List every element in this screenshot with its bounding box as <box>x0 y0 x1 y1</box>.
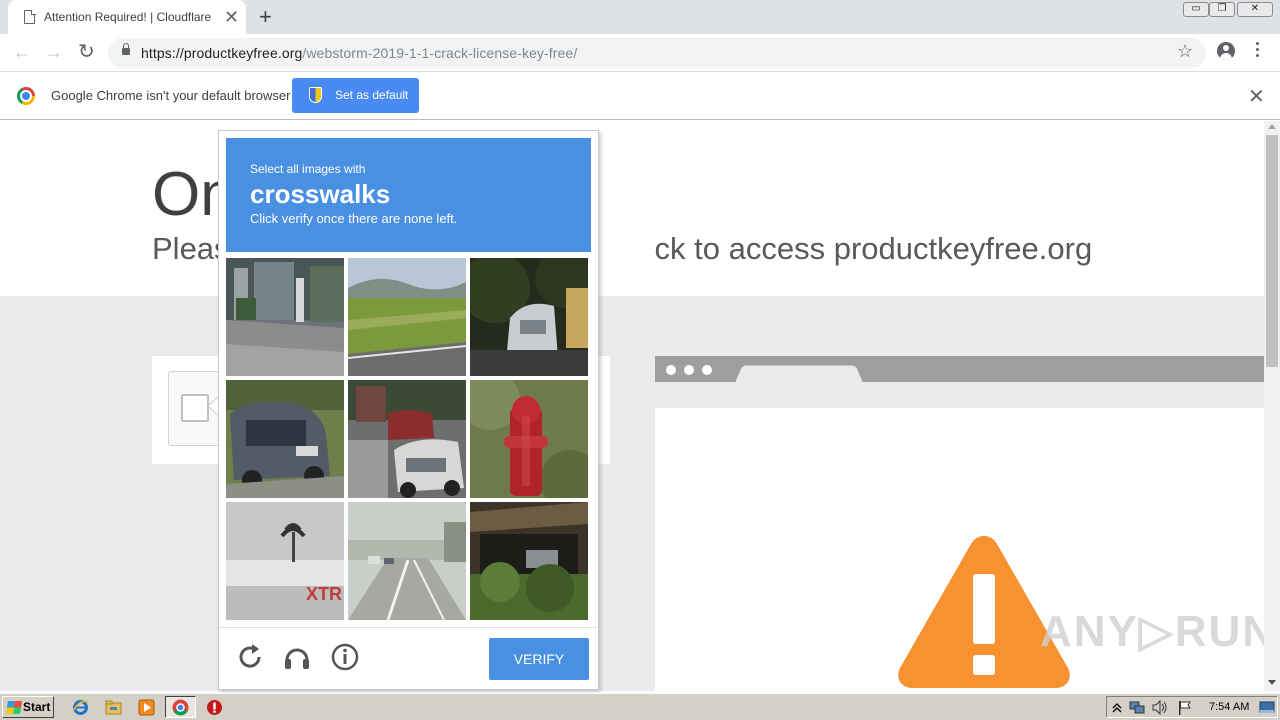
set-as-default-button[interactable]: Set as default <box>292 78 419 113</box>
illustration-tab <box>735 365 863 383</box>
illustration-dot <box>684 365 694 375</box>
challenge-tile-7[interactable]: XTR <box>226 502 344 620</box>
address-bar[interactable]: https://productkeyfree.org/webstorm-2019… <box>108 38 1206 68</box>
close-window-button[interactable]: ✕ <box>1237 2 1273 17</box>
tab-title: Attention Required! | Cloudflare <box>44 10 212 24</box>
volume-icon[interactable] <box>1152 700 1168 715</box>
browser-toolbar: ← → ↻ https://productkeyfree.org/webstor… <box>0 34 1280 72</box>
challenge-image-grid: XTR <box>226 258 590 622</box>
browser-menu-icon[interactable] <box>1256 42 1260 60</box>
windows-taskbar: Start 7:54 AM <box>0 693 1280 720</box>
browser-tab[interactable]: Attention Required! | Cloudflare ✕ <box>8 0 246 34</box>
new-tab-button[interactable]: + <box>259 4 272 30</box>
reload-challenge-icon[interactable] <box>235 642 265 672</box>
illustration-dot <box>702 365 712 375</box>
challenge-tile-9[interactable] <box>470 502 588 620</box>
challenge-header: Select all images with crosswalks Click … <box>226 138 591 252</box>
page-scrollbar[interactable] <box>1264 121 1280 691</box>
challenge-tile-3[interactable] <box>470 258 588 376</box>
action-center-flag-icon[interactable] <box>1177 700 1193 715</box>
subline-right: ck to access productkeyfree.org <box>654 231 1093 266</box>
infobar-close-button[interactable]: ✕ <box>1248 84 1265 109</box>
tray-expand-icon[interactable] <box>1112 701 1122 713</box>
set-as-default-label: Set as default <box>335 88 409 102</box>
recaptcha-checkbox[interactable] <box>181 394 209 422</box>
challenge-tile-6[interactable] <box>470 380 588 498</box>
taskbar-chrome-button[interactable] <box>165 696 196 718</box>
scroll-down-arrow-icon[interactable] <box>1268 680 1276 685</box>
page-icon <box>24 9 36 24</box>
windows-logo-icon <box>6 701 22 714</box>
start-label: Start <box>23 700 51 714</box>
illustration-toolbar <box>655 356 1264 383</box>
url-path: /webstorm-2019-1-1-crack-license-key-fre… <box>302 45 578 61</box>
lock-icon <box>122 43 130 55</box>
tab-close-button[interactable]: ✕ <box>224 7 239 27</box>
network-icon[interactable] <box>1129 700 1145 715</box>
file-explorer-icon[interactable] <box>105 699 122 716</box>
restore-button[interactable]: ❐ <box>1209 2 1235 17</box>
uac-shield-icon <box>309 87 322 103</box>
bookmark-star-icon[interactable]: ☆ <box>1177 41 1193 62</box>
browser-titlebar: Attention Required! | Cloudflare ✕ + ▭ ❐… <box>0 0 1280 34</box>
chrome-taskbar-icon <box>172 699 189 716</box>
challenge-instruction: Select all images with <box>250 162 366 176</box>
challenge-hint: Click verify once there are none left. <box>250 211 458 226</box>
scroll-thumb[interactable] <box>1266 135 1278 367</box>
profile-icon[interactable] <box>1217 42 1235 60</box>
media-player-icon[interactable] <box>138 699 155 716</box>
minimize-button[interactable]: ▭ <box>1183 2 1209 17</box>
url-host: https://productkeyfree.org <box>141 45 303 61</box>
back-button[interactable]: ← <box>13 40 31 64</box>
challenge-tile-2[interactable] <box>348 258 466 376</box>
security-alert-icon[interactable] <box>206 699 223 716</box>
chrome-logo-icon <box>17 87 35 105</box>
svg-text:XTR: XTR <box>306 584 342 604</box>
reload-button[interactable]: ↻ <box>78 40 95 64</box>
forward-button[interactable]: → <box>45 40 63 64</box>
show-desktop-icon[interactable] <box>1259 701 1275 714</box>
taskbar-clock[interactable]: 7:54 AM <box>1209 701 1249 713</box>
url-text[interactable]: https://productkeyfree.org/webstorm-2019… <box>141 45 577 61</box>
scroll-up-arrow-icon[interactable] <box>1268 124 1276 129</box>
info-icon[interactable] <box>330 642 360 672</box>
challenge-tile-5[interactable] <box>348 380 466 498</box>
start-button[interactable]: Start <box>2 696 54 718</box>
default-browser-infobar: Google Chrome isn't your default browser… <box>0 72 1280 120</box>
challenge-tile-4[interactable] <box>226 380 344 498</box>
illustration-dot <box>666 365 676 375</box>
internet-explorer-icon[interactable] <box>72 699 89 716</box>
challenge-keyword: crosswalks <box>250 179 391 209</box>
challenge-tile-8[interactable] <box>348 502 466 620</box>
challenge-footer: VERIFY <box>219 627 598 689</box>
audio-challenge-icon[interactable] <box>282 642 312 672</box>
recaptcha-challenge: Select all images with crosswalks Click … <box>218 130 599 690</box>
system-tray: 7:54 AM <box>1106 696 1278 718</box>
anyrun-watermark: ANY▷RUN <box>1040 607 1277 656</box>
challenge-tile-1[interactable] <box>226 258 344 376</box>
infobar-message: Google Chrome isn't your default browser <box>51 88 291 103</box>
verify-button[interactable]: VERIFY <box>489 638 589 680</box>
